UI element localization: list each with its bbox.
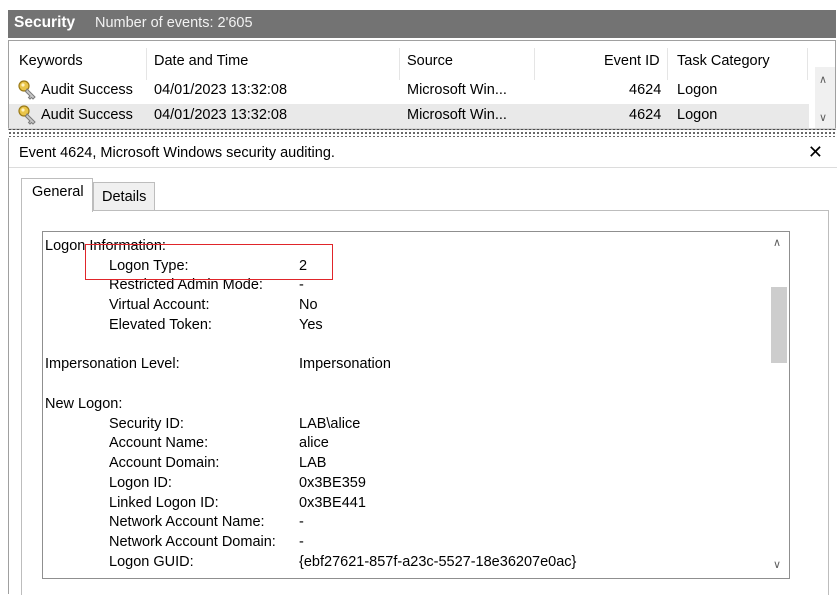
- section-header: New Logon:: [45, 396, 123, 412]
- row-source: Microsoft Win...: [407, 107, 507, 123]
- row-date: 04/01/2023 13:32:08: [154, 107, 288, 123]
- field-label: Security ID:: [109, 416, 184, 432]
- row-keywords: Audit Success: [41, 107, 133, 123]
- field-value: 0x3BE359: [299, 475, 366, 491]
- field-value: -: [299, 534, 304, 550]
- field-value: alice: [299, 435, 329, 451]
- event-description-text[interactable]: Logon Information: Logon Type: 2 Restric…: [42, 231, 790, 579]
- field-value: 0x3BE441: [299, 495, 366, 511]
- log-name: Security: [14, 14, 76, 31]
- scroll-down-arrow-icon[interactable]: ∨: [773, 558, 781, 571]
- event-detail-title: Event 4624, Microsoft Windows security a…: [19, 145, 335, 161]
- scroll-down-arrow-icon[interactable]: ∨: [819, 111, 827, 124]
- column-header-event-id[interactable]: Event ID: [604, 53, 660, 69]
- row-event-id: 4624: [629, 82, 662, 98]
- highlight-box: [85, 244, 333, 280]
- key-icon: [18, 105, 36, 125]
- field-label: Network Account Domain:: [109, 534, 276, 550]
- column-header-date[interactable]: Date and Time: [154, 53, 248, 69]
- field-value: Yes: [299, 317, 323, 333]
- event-detail-pane: Event 4624, Microsoft Windows security a…: [8, 138, 837, 595]
- field-value: LAB\alice: [299, 416, 361, 432]
- field-value: No: [299, 297, 318, 313]
- field-label: Impersonation Level:: [45, 356, 180, 372]
- row-category: Logon: [677, 82, 718, 98]
- key-icon: [18, 80, 36, 100]
- field-value: Impersonation: [299, 356, 391, 372]
- tab-general[interactable]: General: [21, 178, 93, 212]
- column-header-source[interactable]: Source: [407, 53, 453, 69]
- field-label: Logon GUID:: [109, 554, 194, 570]
- field-label: Elevated Token:: [109, 317, 212, 333]
- pane-splitter[interactable]: [8, 128, 836, 137]
- list-header: Keywords Date and Time Source Event ID T…: [9, 41, 835, 81]
- close-icon[interactable]: ✕: [808, 142, 823, 163]
- scroll-up-arrow-icon[interactable]: ∧: [773, 236, 781, 249]
- field-label: Logon ID:: [109, 475, 172, 491]
- table-row[interactable]: Audit Success 04/01/2023 13:32:08 Micros…: [9, 79, 809, 103]
- column-header-task-category[interactable]: Task Category: [677, 53, 770, 69]
- field-label: Account Name:: [109, 435, 209, 451]
- field-label: Virtual Account:: [109, 297, 210, 313]
- table-row[interactable]: Audit Success 04/01/2023 13:32:08 Micros…: [9, 104, 809, 128]
- row-source: Microsoft Win...: [407, 82, 507, 98]
- row-event-id: 4624: [629, 107, 662, 123]
- row-date: 04/01/2023 13:32:08: [154, 82, 288, 98]
- field-label: Account Domain:: [109, 455, 220, 471]
- field-value: -: [299, 514, 304, 530]
- scroll-up-arrow-icon[interactable]: ∧: [819, 73, 827, 86]
- row-category: Logon: [677, 107, 718, 123]
- field-label: Network Account Name:: [109, 514, 265, 530]
- field-value: LAB: [299, 455, 327, 471]
- column-header-keywords[interactable]: Keywords: [19, 53, 83, 69]
- tab-details[interactable]: Details: [93, 182, 155, 210]
- event-count: Number of events: 2'605: [95, 15, 253, 31]
- field-label: Linked Logon ID:: [109, 495, 219, 511]
- scroll-thumb[interactable]: [771, 287, 787, 363]
- list-scrollbar[interactable]: ∧ ∨: [815, 67, 835, 129]
- event-list[interactable]: Keywords Date and Time Source Event ID T…: [8, 40, 836, 130]
- description-scrollbar[interactable]: ∧ ∨: [769, 232, 789, 578]
- title-bar: Security Number of events: 2'605: [8, 10, 836, 38]
- field-value: {ebf27621-857f-a23c-5527-18e36207e0ac}: [299, 554, 577, 570]
- row-keywords: Audit Success: [41, 82, 133, 98]
